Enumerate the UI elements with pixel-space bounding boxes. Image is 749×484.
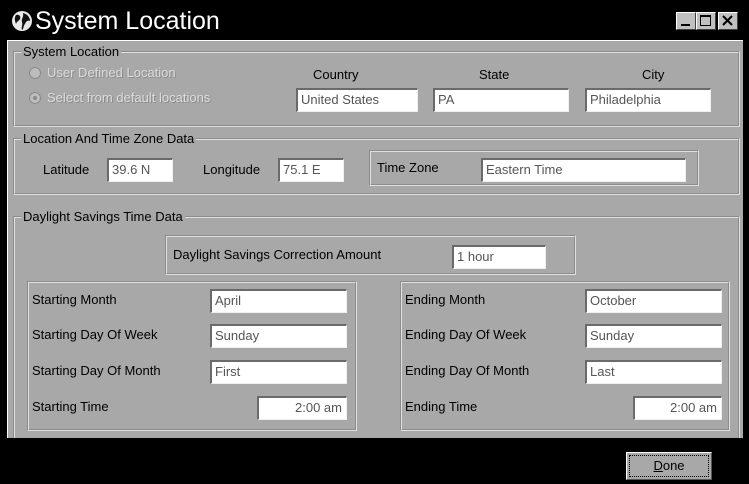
location-time-zone-group: Location And Time Zone Data Latitude 39.… bbox=[13, 131, 740, 195]
city-field[interactable]: Philadelphia bbox=[585, 88, 711, 112]
maximize-icon bbox=[700, 15, 711, 26]
ending-day-of-month-field[interactable]: Last bbox=[585, 360, 722, 384]
close-button[interactable] bbox=[718, 12, 738, 30]
minimize-button[interactable] bbox=[676, 12, 696, 30]
starting-day-of-month-label: Starting Day Of Month bbox=[32, 363, 161, 378]
dialog-body: System Location User Defined Location Se… bbox=[7, 40, 743, 442]
system-location-group-label: System Location bbox=[21, 44, 122, 60]
longitude-field[interactable]: 75.1 E bbox=[278, 158, 344, 182]
maximize-button[interactable] bbox=[696, 12, 716, 30]
starting-month-label: Starting Month bbox=[32, 292, 117, 307]
starting-day-of-week-field[interactable]: Sunday bbox=[210, 324, 347, 348]
ending-time-field[interactable]: 2:00 am bbox=[633, 396, 722, 420]
system-location-window: System Location System Location User Def… bbox=[5, 5, 746, 484]
city-label: City bbox=[642, 67, 665, 82]
state-field[interactable]: PA bbox=[433, 88, 569, 112]
user-defined-radio[interactable] bbox=[29, 67, 41, 79]
latitude-label: Latitude bbox=[43, 162, 90, 177]
globe-icon[interactable] bbox=[11, 9, 33, 33]
correction-amount-box: Daylight Savings Correction Amount 1 hou… bbox=[165, 235, 576, 275]
country-label: Country bbox=[313, 67, 359, 82]
title-bar[interactable]: System Location bbox=[5, 5, 746, 38]
ending-day-of-week-label: Ending Day Of Week bbox=[405, 327, 527, 342]
country-field[interactable]: United States bbox=[296, 88, 418, 112]
daylight-savings-group-label: Daylight Savings Time Data bbox=[21, 209, 185, 225]
default-locations-label[interactable]: Select from default locations bbox=[47, 90, 210, 106]
starting-day-of-month-field[interactable]: First bbox=[210, 360, 347, 384]
correction-amount-label: Daylight Savings Correction Amount bbox=[173, 247, 382, 262]
starting-settings-box: Starting Month April Starting Day Of Wee… bbox=[27, 281, 357, 431]
system-location-group: System Location User Defined Location Se… bbox=[13, 44, 740, 127]
done-button[interactable]: Done bbox=[625, 451, 713, 481]
state-label: State bbox=[479, 67, 510, 82]
ending-settings-box: Ending Month October Ending Day Of Week … bbox=[400, 281, 730, 431]
correction-amount-field[interactable]: 1 hour bbox=[452, 245, 546, 269]
close-icon bbox=[722, 15, 733, 26]
ending-day-of-week-field[interactable]: Sunday bbox=[585, 324, 722, 348]
location-time-zone-group-label: Location And Time Zone Data bbox=[21, 131, 197, 147]
starting-month-field[interactable]: April bbox=[210, 289, 347, 313]
daylight-savings-group: Daylight Savings Time Data Daylight Savi… bbox=[13, 209, 740, 442]
ending-month-label: Ending Month bbox=[405, 292, 486, 307]
ending-day-of-month-label: Ending Day Of Month bbox=[405, 363, 530, 378]
window-title: System Location bbox=[35, 7, 220, 35]
longitude-label: Longitude bbox=[203, 162, 261, 177]
time-zone-label: Time Zone bbox=[377, 160, 439, 175]
minimize-icon bbox=[681, 24, 690, 26]
done-button-mnemonic: D bbox=[653, 458, 663, 473]
ending-time-label: Ending Time bbox=[405, 399, 478, 414]
default-locations-radio[interactable] bbox=[29, 92, 41, 104]
ending-month-field[interactable]: October bbox=[585, 289, 722, 313]
done-button-label: one bbox=[662, 458, 685, 473]
starting-time-field[interactable]: 2:00 am bbox=[257, 396, 347, 420]
latitude-field[interactable]: 39.6 N bbox=[107, 158, 173, 182]
time-zone-field[interactable]: Eastern Time bbox=[481, 158, 686, 182]
time-zone-box: Time Zone Eastern Time bbox=[369, 150, 699, 186]
starting-time-label: Starting Time bbox=[32, 399, 109, 414]
user-defined-label[interactable]: User Defined Location bbox=[47, 65, 176, 81]
starting-day-of-week-label: Starting Day Of Week bbox=[32, 327, 158, 342]
